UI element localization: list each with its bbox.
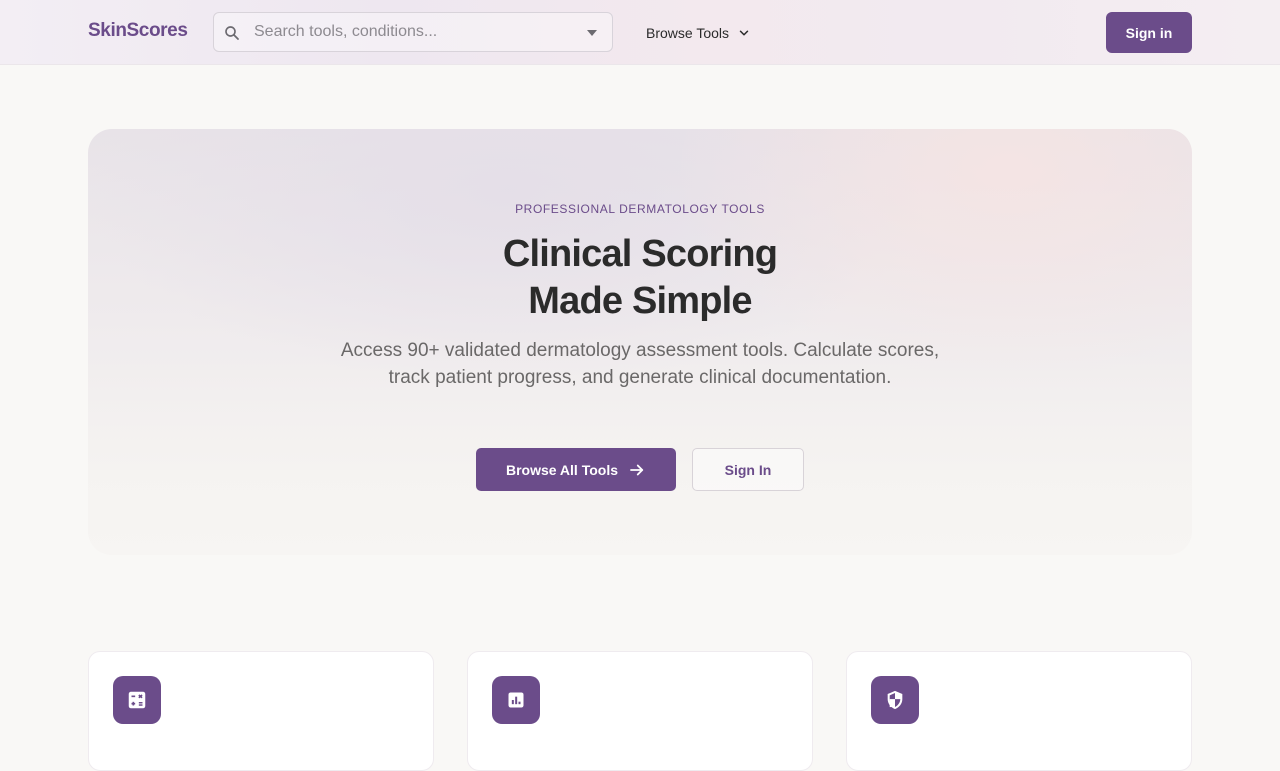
hero-signin-button[interactable]: Sign In — [692, 448, 804, 491]
signin-button[interactable]: Sign in — [1106, 12, 1192, 53]
search-box[interactable] — [213, 12, 613, 52]
browse-tools-label: Browse Tools — [646, 25, 730, 41]
search-input[interactable] — [254, 13, 574, 51]
hero-section: PROFESSIONAL DERMATOLOGY TOOLS Clinical … — [88, 129, 1192, 555]
shield-icon — [871, 676, 919, 724]
feature-card-calculator — [88, 651, 434, 771]
hero-title-line-1: Clinical Scoring — [502, 233, 778, 275]
top-navbar: SkinScores Browse Tools Sign in — [0, 0, 1280, 65]
bar-chart-icon — [492, 676, 540, 724]
logo[interactable]: SkinScores — [88, 20, 188, 42]
hero-title: Clinical Scoring Made Simple — [88, 231, 1192, 325]
feature-card-security — [846, 651, 1192, 771]
dropdown-caret-icon[interactable] — [587, 30, 597, 36]
feature-card-analytics — [467, 651, 813, 771]
hero-title-line-2: Made Simple — [528, 280, 752, 322]
browse-tools-menu[interactable]: Browse Tools — [646, 23, 751, 43]
hero-eyebrow: PROFESSIONAL DERMATOLOGY TOOLS — [515, 202, 765, 216]
browse-all-tools-label: Browse All Tools — [505, 461, 618, 478]
arrow-right-icon — [630, 464, 644, 475]
calculator-icon — [113, 676, 161, 724]
browse-all-tools-button[interactable]: Browse All Tools — [476, 448, 676, 491]
search-icon — [225, 26, 239, 40]
hero-subtitle: Access 90+ validated dermatology assessm… — [340, 340, 940, 388]
chevron-down-icon — [739, 30, 749, 36]
